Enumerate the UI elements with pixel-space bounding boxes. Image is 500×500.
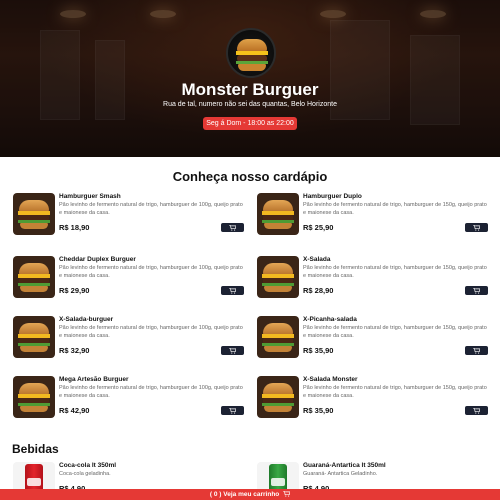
cart-icon — [283, 491, 291, 497]
menu-item-description: Pão levinho de fermento natural de trigo… — [59, 202, 243, 216]
cart-icon — [229, 287, 236, 294]
store-logo — [226, 28, 276, 78]
add-to-cart-button[interactable] — [465, 406, 488, 415]
menu-item-price: R$ 35,90 — [303, 346, 334, 355]
burger-image — [13, 376, 55, 418]
menu-item-description: Pão levinho de fermento natural de trigo… — [303, 202, 487, 216]
store-name: Monster Burguer — [181, 80, 319, 99]
add-to-cart-button[interactable] — [221, 346, 244, 355]
menu-item-card: X-Salada Pão levinho de fermento natural… — [257, 256, 488, 302]
menu-item-card: X-Picanha-salada Pão levinho de fermento… — [257, 316, 488, 362]
burger-image — [13, 316, 55, 358]
menu-item-name: X-Salada-burguer — [59, 316, 114, 323]
drinks-title: Bebidas — [12, 442, 59, 456]
burger-image — [13, 256, 55, 298]
menu-item-price: R$ 42,90 — [59, 406, 90, 415]
menu-item-name: Cheddar Duplex Burguer — [59, 256, 136, 263]
menu-item-price: R$ 29,90 — [59, 286, 90, 295]
add-to-cart-button[interactable] — [221, 406, 244, 415]
add-to-cart-button[interactable] — [221, 223, 244, 232]
menu-title: Conheça nosso cardápio — [172, 169, 328, 184]
menu-item-description: Pão levinho de fermento natural de trigo… — [59, 265, 243, 279]
cart-icon — [229, 224, 236, 231]
menu-item-name: Hamburguer Duplo — [303, 193, 362, 200]
cart-icon — [473, 287, 480, 294]
menu-item-description: Pão levinho de fermento natural de trigo… — [59, 385, 243, 399]
opening-hours-badge: Seg á Dom - 18:00 as 22:00 — [203, 117, 297, 130]
menu-item-description: Pão levinho de fermento natural de trigo… — [303, 265, 487, 279]
store-address: Rua de tal, numero não sei das quantas, … — [163, 101, 337, 108]
menu-item-card: Cheddar Duplex Burguer Pão levinho de fe… — [13, 256, 244, 302]
drink-item-description: Coca-cola geladinha. — [59, 471, 111, 477]
menu-item-card: X-Salada-burguer Pão levinho de fermento… — [13, 316, 244, 362]
menu-item-name: X-Salada Monster — [303, 376, 358, 383]
burger-image — [257, 316, 299, 358]
menu-item-card: X-Salada Monster Pão levinho de fermento… — [257, 376, 488, 422]
menu-item-price: R$ 25,90 — [303, 223, 334, 232]
drink-item-name: Guaraná-Antartica lt 350ml — [303, 462, 386, 469]
add-to-cart-button[interactable] — [465, 286, 488, 295]
menu-item-card: Mega Artesão Burguer Pão levinho de ferm… — [13, 376, 244, 422]
view-cart-button[interactable]: ( 0 ) Veja meu carrinho — [0, 489, 500, 500]
cart-icon — [473, 347, 480, 354]
menu-item-name: X-Picanha-salada — [303, 316, 357, 323]
menu-item-price: R$ 28,90 — [303, 286, 334, 295]
cart-icon — [229, 407, 236, 414]
view-cart-label: ( 0 ) Veja meu carrinho — [209, 491, 280, 498]
menu-item-description: Pão levinho de fermento natural de trigo… — [59, 325, 243, 339]
drink-item-name: Coca-cola lt 350ml — [59, 462, 117, 469]
add-to-cart-button[interactable] — [465, 223, 488, 232]
cart-icon — [229, 347, 236, 354]
menu-item-name: Mega Artesão Burguer — [59, 376, 129, 383]
menu-item-name: X-Salada — [303, 256, 331, 263]
add-to-cart-button[interactable] — [221, 286, 244, 295]
burger-image — [257, 256, 299, 298]
menu-item-description: Pão levinho de fermento natural de trigo… — [303, 385, 487, 399]
menu-item-name: Hamburguer Smash — [59, 193, 121, 200]
cart-icon — [473, 224, 480, 231]
menu-item-card: Hamburguer Smash Pão levinho de fermento… — [13, 193, 244, 239]
burger-image — [257, 193, 299, 235]
menu-item-card: Hamburguer Duplo Pão levinho de fermento… — [257, 193, 488, 239]
hero-banner — [0, 0, 500, 157]
menu-item-price: R$ 32,90 — [59, 346, 90, 355]
burger-image — [257, 376, 299, 418]
drink-item-description: Guaraná- Antartica Geladinho. — [303, 471, 378, 477]
menu-item-price: R$ 35,90 — [303, 406, 334, 415]
menu-item-description: Pão levinho de fermento natural de trigo… — [303, 325, 487, 339]
burger-image — [13, 193, 55, 235]
add-to-cart-button[interactable] — [465, 346, 488, 355]
cart-icon — [473, 407, 480, 414]
menu-item-price: R$ 18,90 — [59, 223, 90, 232]
